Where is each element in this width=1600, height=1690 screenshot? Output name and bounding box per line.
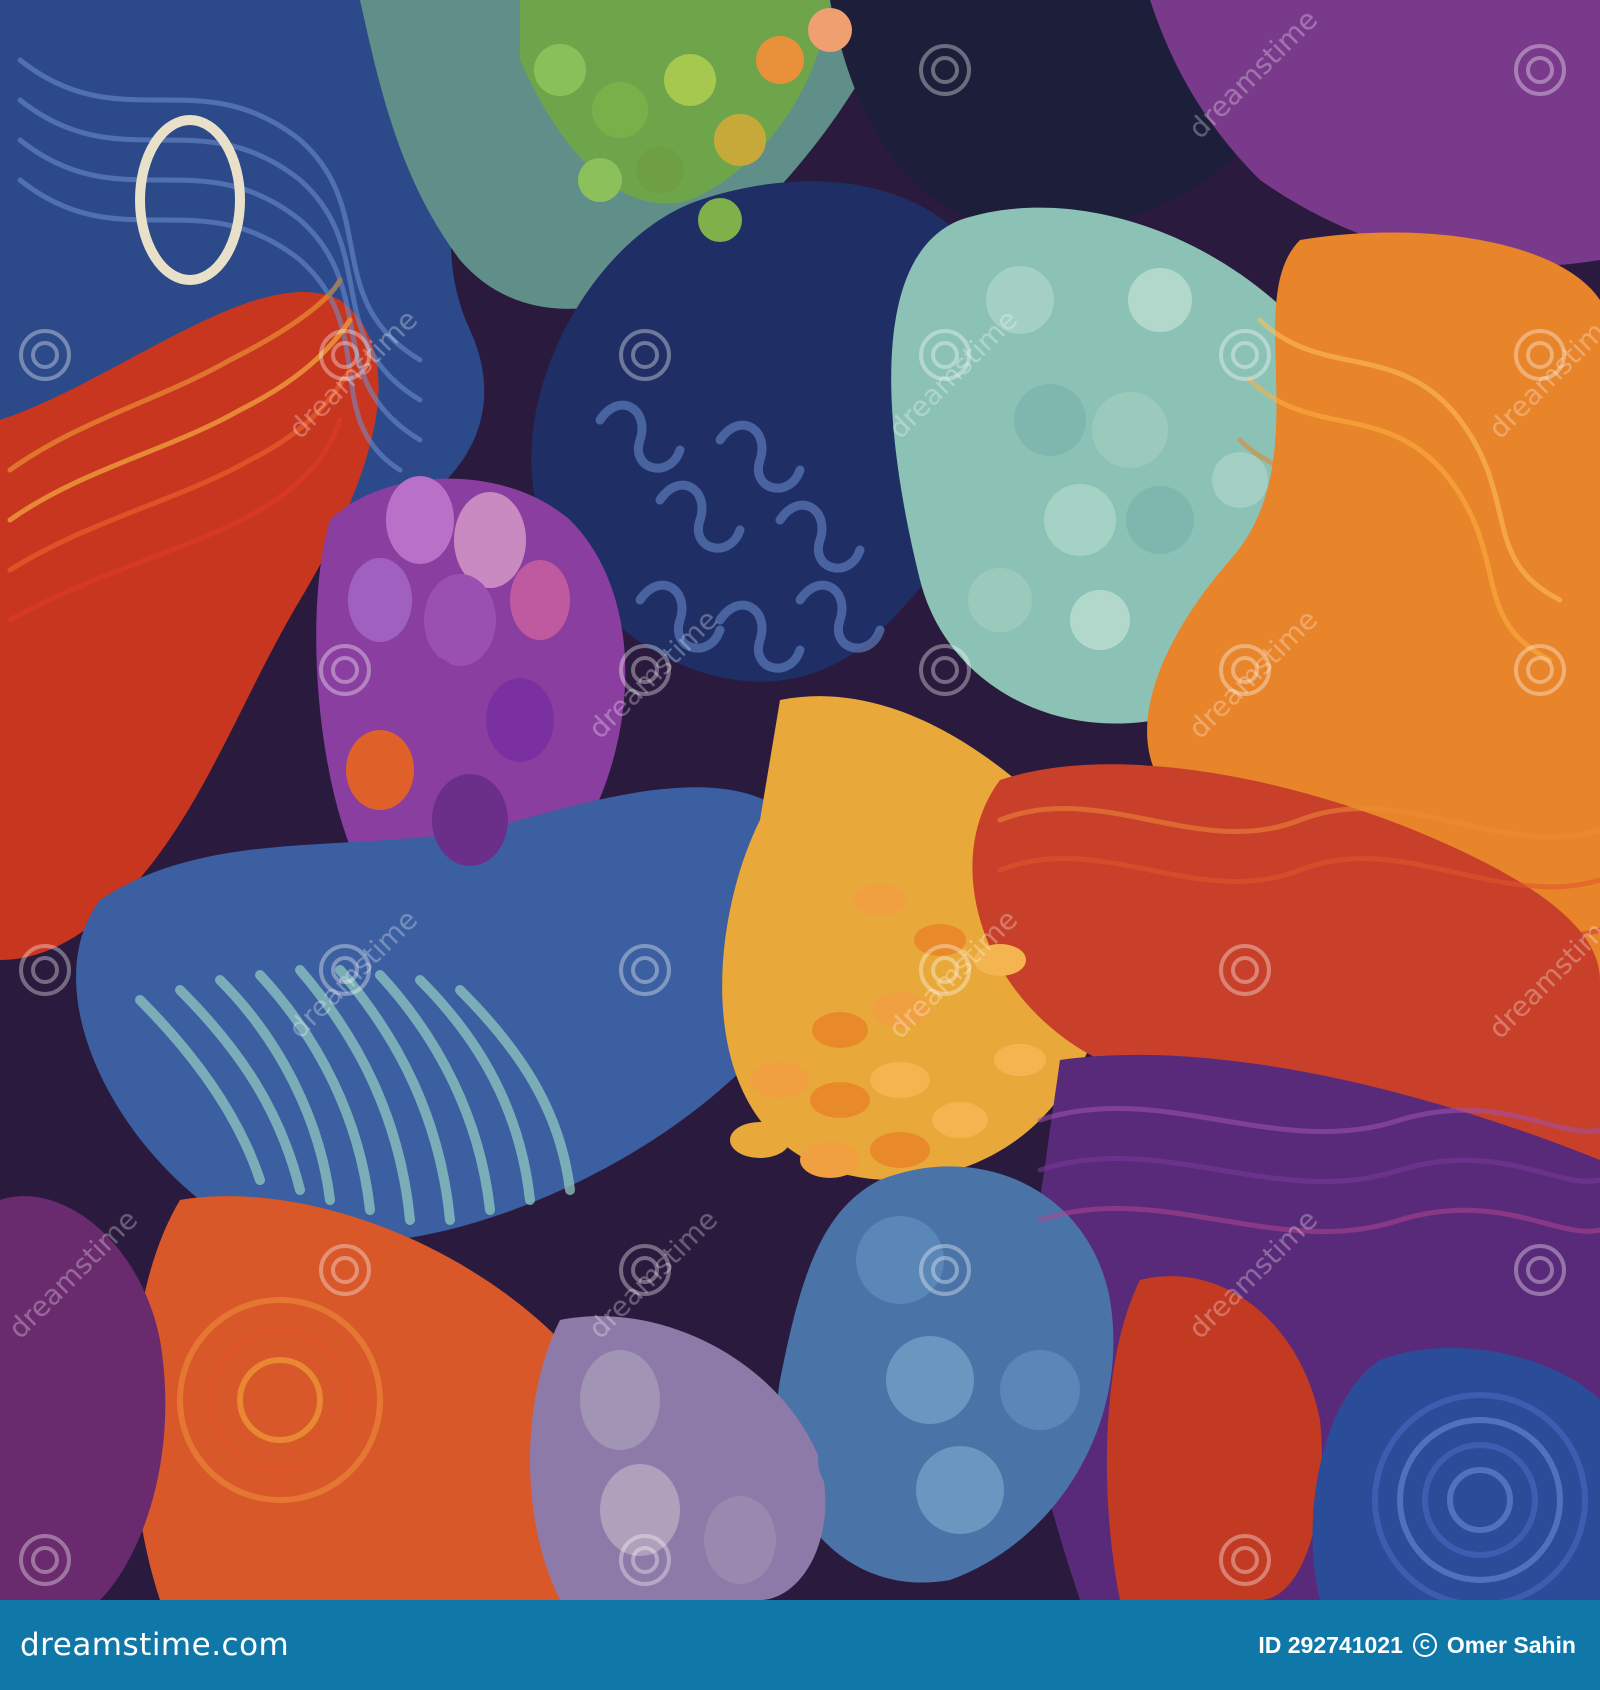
footer-bar: dreamstime.com ID 292741021 C Omer Sahin — [0, 1600, 1600, 1690]
yarn-art-image: dreamstime dreamstime dreamstime dreamst… — [0, 0, 1600, 1600]
image-credit: ID 292741021 C Omer Sahin — [1258, 1632, 1576, 1659]
yarn-art-illustration — [0, 0, 1600, 1600]
image-id: ID 292741021 — [1258, 1631, 1403, 1658]
dreamstime-logo[interactable]: dreamstime.com — [20, 1627, 289, 1663]
stock-image-page: dreamstime dreamstime dreamstime dreamst… — [0, 0, 1600, 1690]
author-name[interactable]: Omer Sahin — [1447, 1632, 1576, 1659]
copyright-icon: C — [1412, 1633, 1437, 1657]
